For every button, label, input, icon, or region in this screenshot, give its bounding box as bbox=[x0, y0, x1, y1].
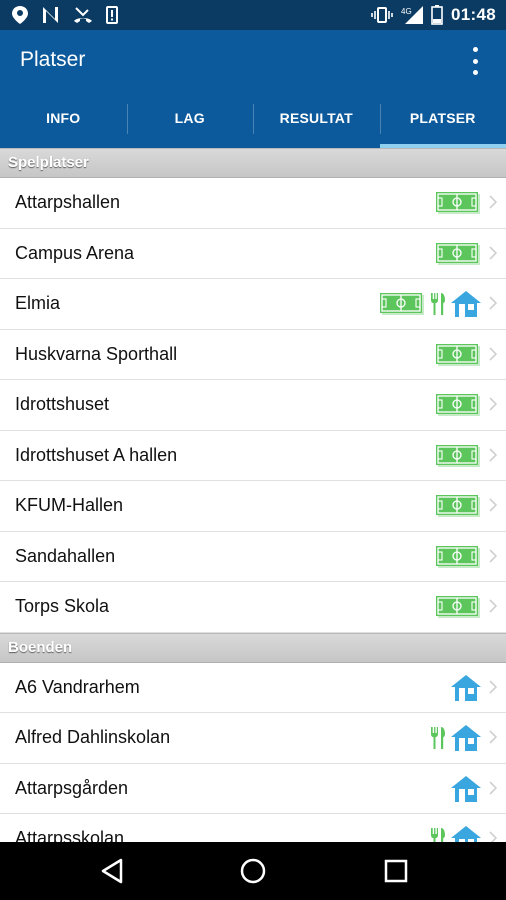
status-time: 01:48 bbox=[451, 5, 496, 24]
page-title: Platser bbox=[20, 48, 86, 71]
tab-info[interactable]: INFO bbox=[0, 92, 127, 148]
section-header: Boenden bbox=[0, 632, 506, 663]
overflow-menu-icon[interactable] bbox=[470, 47, 480, 75]
list-item-label: Attarpsskolan bbox=[15, 828, 125, 842]
list-item-icons bbox=[436, 380, 482, 430]
list-item-label: Attarpsgården bbox=[15, 777, 129, 798]
chevron-right-icon bbox=[489, 831, 498, 842]
list-item[interactable]: Attarpsgården bbox=[0, 763, 506, 814]
list-item-icons bbox=[436, 481, 482, 531]
house-icon bbox=[450, 724, 482, 752]
chevron-right-icon bbox=[489, 397, 498, 416]
vibrate-icon bbox=[371, 7, 393, 23]
chevron-right-icon bbox=[489, 780, 498, 800]
field-icon bbox=[436, 342, 482, 368]
list-item-icons bbox=[436, 178, 482, 228]
house-icon bbox=[450, 674, 482, 702]
house-icon bbox=[450, 825, 482, 842]
list-item-icons bbox=[380, 279, 482, 329]
status-left-icons bbox=[12, 6, 118, 24]
list-item[interactable]: Alfred Dahlinskolan bbox=[0, 713, 506, 764]
tab-bar: INFO LAG RESULTAT PLATSER bbox=[0, 92, 506, 148]
battery-icon bbox=[431, 5, 443, 25]
list-item-icons bbox=[450, 764, 482, 814]
list-item[interactable]: Campus Arena bbox=[0, 228, 506, 279]
chevron-right-icon bbox=[489, 346, 498, 366]
field-icon bbox=[436, 241, 482, 267]
list-item-label: Idrottshuset A hallen bbox=[15, 444, 178, 465]
status-right-icons: 4G 01:48 bbox=[371, 5, 496, 25]
field-icon bbox=[380, 291, 426, 317]
field-icon bbox=[436, 392, 482, 418]
navigation-bar bbox=[0, 842, 506, 900]
list-item-label: Campus Arena bbox=[15, 242, 135, 263]
list-item[interactable]: Attarpsskolan bbox=[0, 814, 506, 842]
field-icon bbox=[436, 443, 482, 469]
house-icon bbox=[450, 290, 482, 318]
places-list[interactable]: Spelplatser Attarpshallen Campus Arena Elmi… bbox=[0, 148, 506, 842]
list-item-label: Alfred Dahlinskolan bbox=[15, 727, 171, 747]
home-icon[interactable] bbox=[240, 858, 266, 884]
field-icon bbox=[436, 544, 482, 570]
restaurant-icon bbox=[430, 292, 446, 316]
list-item-icons bbox=[436, 532, 482, 582]
restaurant-icon bbox=[430, 827, 446, 842]
list-item-icons bbox=[436, 229, 482, 279]
list-item-icons bbox=[436, 431, 482, 481]
phone-icon bbox=[106, 6, 118, 24]
list-item-icons bbox=[436, 330, 482, 380]
tab-platser[interactable]: PLATSER bbox=[379, 92, 506, 148]
chevron-right-icon bbox=[489, 195, 498, 214]
list-item[interactable]: A6 Vandrarhem bbox=[0, 662, 506, 713]
list-item-icons bbox=[430, 814, 482, 842]
list-item[interactable]: Huskvarna Sporthall bbox=[0, 329, 506, 380]
list-item[interactable]: Sandahallen bbox=[0, 531, 506, 582]
list-item-label: A6 Vandrarhem bbox=[15, 676, 140, 697]
list-item[interactable]: KFUM-Hallen bbox=[0, 481, 506, 532]
restaurant-icon bbox=[430, 726, 446, 750]
recents-icon[interactable] bbox=[384, 858, 408, 884]
4g-signal-icon: 4G bbox=[401, 6, 424, 24]
tab-resultat[interactable]: RESULTAT bbox=[253, 92, 380, 148]
field-icon bbox=[436, 190, 482, 216]
chevron-right-icon bbox=[489, 447, 498, 467]
back-icon[interactable] bbox=[99, 858, 125, 884]
list-item[interactable]: Torps Skola bbox=[0, 582, 506, 633]
list-item-label: Idrottshuset bbox=[15, 394, 110, 414]
list-item[interactable]: Idrottshuset bbox=[0, 380, 506, 431]
chevron-right-icon bbox=[489, 679, 498, 699]
list-item-label: Sandahallen bbox=[15, 545, 116, 566]
list-item[interactable]: Attarpshallen bbox=[0, 178, 506, 229]
house-icon bbox=[450, 775, 482, 803]
list-item-label: Huskvarna Sporthall bbox=[15, 343, 178, 364]
chevron-right-icon bbox=[489, 548, 498, 568]
list-item-label: Torps Skola bbox=[15, 596, 110, 616]
chevron-right-icon bbox=[489, 599, 498, 618]
section-header: Spelplatser bbox=[0, 148, 506, 178]
list-item-icons bbox=[450, 663, 482, 713]
list-item-icons bbox=[430, 713, 482, 763]
app-bar: Platser bbox=[0, 30, 506, 92]
field-icon bbox=[436, 493, 482, 519]
list-item-label: KFUM-Hallen bbox=[15, 495, 124, 515]
chevron-right-icon bbox=[489, 730, 498, 749]
missed-call-icon bbox=[74, 7, 92, 23]
chevron-right-icon bbox=[489, 296, 498, 315]
field-icon bbox=[436, 594, 482, 620]
list-item-icons bbox=[436, 582, 482, 632]
no-signal-n-icon bbox=[43, 7, 58, 23]
list-item-label: Elmia bbox=[15, 293, 61, 313]
tab-lag[interactable]: LAG bbox=[126, 92, 254, 148]
chevron-right-icon bbox=[489, 245, 498, 265]
location-icon bbox=[12, 6, 28, 24]
status-bar: 4G 01:48 bbox=[0, 0, 506, 30]
list-item[interactable]: Elmia bbox=[0, 279, 506, 330]
svg-text:4G: 4G bbox=[401, 7, 412, 16]
list-item[interactable]: Idrottshuset A hallen bbox=[0, 430, 506, 481]
list-item-label: Attarpshallen bbox=[15, 192, 121, 212]
chevron-right-icon bbox=[489, 498, 498, 517]
